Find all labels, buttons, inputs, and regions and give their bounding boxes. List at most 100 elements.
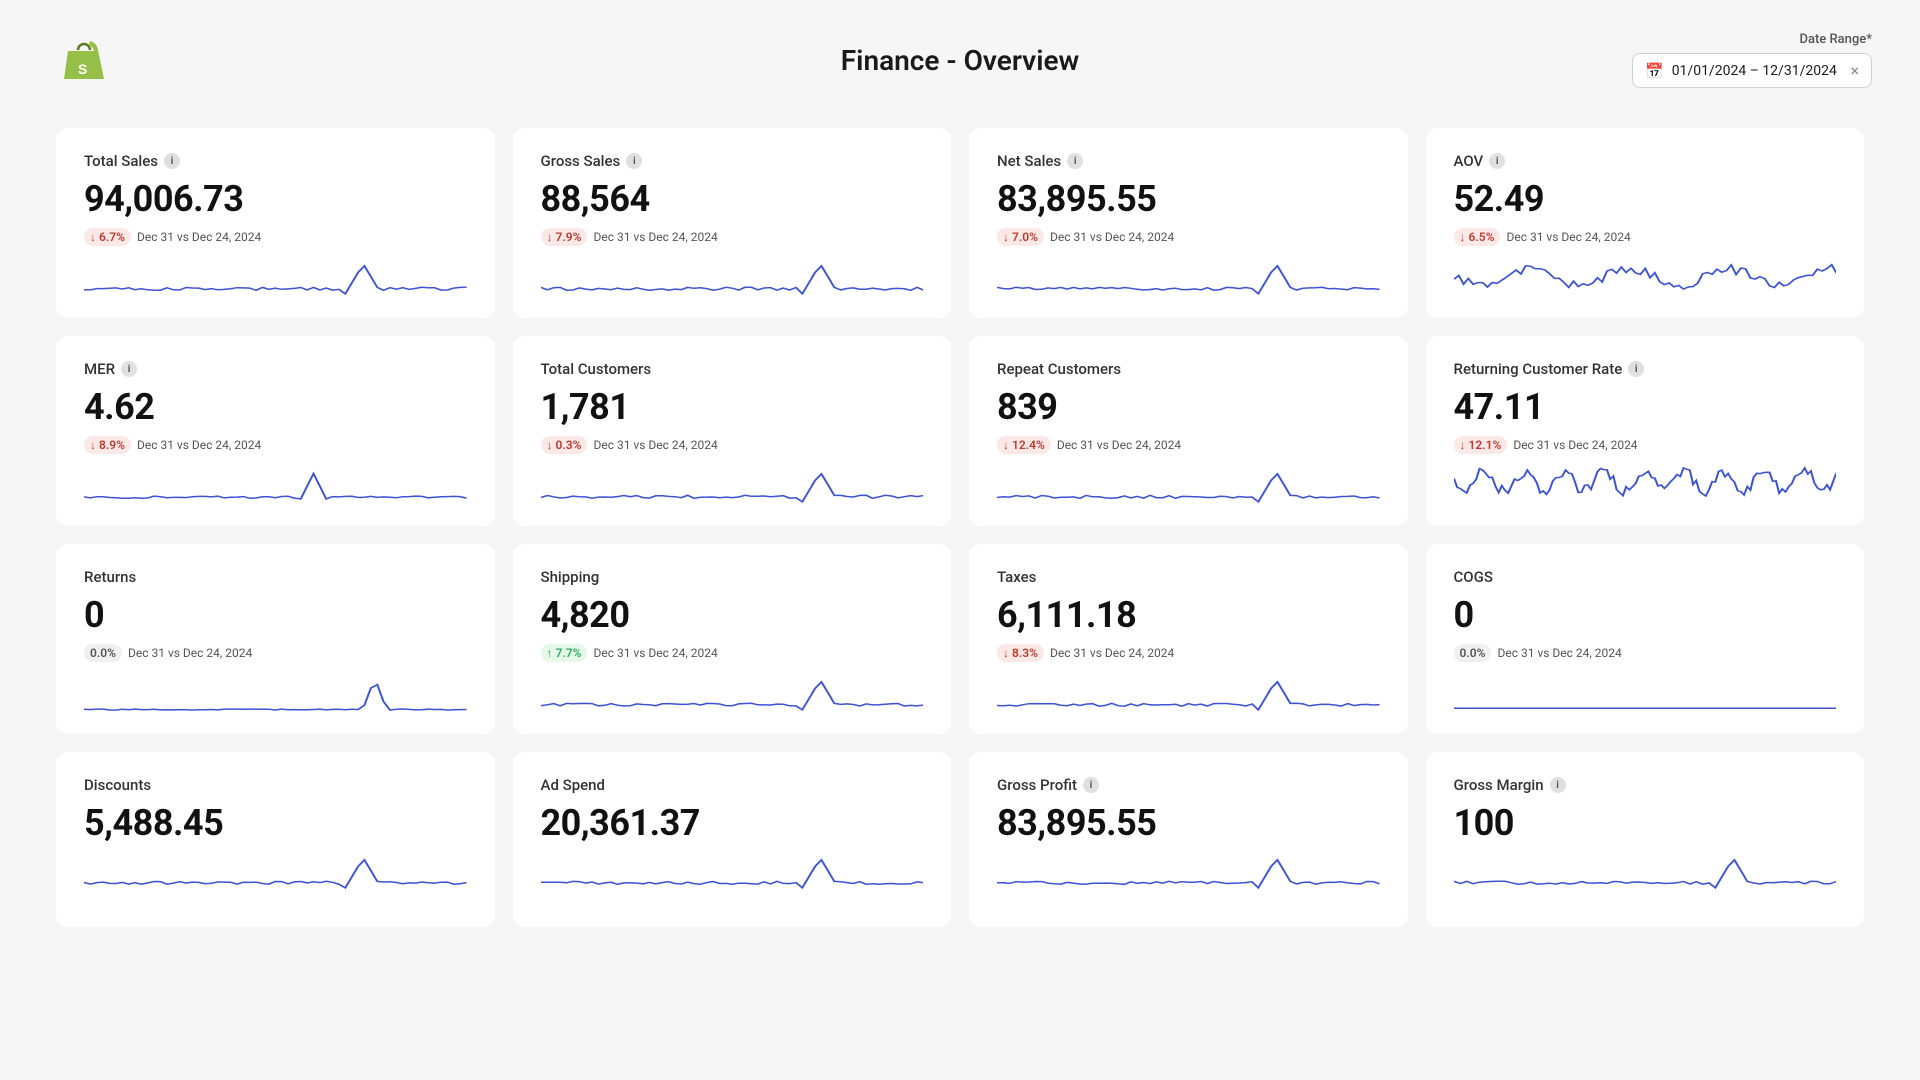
net-sales-title: Net Salesi: [997, 152, 1380, 170]
discounts-value: 5,488.45: [84, 802, 467, 844]
calendar-icon: 📅: [1645, 62, 1664, 80]
returns-badge: 0.0%: [84, 644, 122, 662]
total-sales-title: Total Salesi: [84, 152, 467, 170]
returns-value: 0: [84, 594, 467, 636]
returns-compare: Dec 31 vs Dec 24, 2024: [128, 646, 252, 660]
cogs-sparkline: [1454, 674, 1837, 714]
gross-profit-info-icon[interactable]: i: [1083, 777, 1099, 793]
page-header: S Finance - Overview Date Range* 📅 01/01…: [0, 0, 1920, 112]
returning-customer-rate-meta: ↓ 12.1% Dec 31 vs Dec 24, 2024: [1454, 436, 1837, 454]
gross-sales-compare: Dec 31 vs Dec 24, 2024: [593, 230, 717, 244]
gross-sales-value: 88,564: [541, 178, 924, 220]
repeat-customers-meta: ↓ 12.4%Dec 31 vs Dec 24, 2024: [997, 436, 1380, 454]
net-sales-badge: ↓ 7.0%: [997, 228, 1044, 246]
card-total-customers: Total Customers1,781↓ 0.3%Dec 31 vs Dec …: [513, 336, 952, 526]
total-customers-meta: ↓ 0.3% Dec 31 vs Dec 24, 2024: [541, 436, 924, 454]
net-sales-info-icon[interactable]: i: [1067, 153, 1083, 169]
returning-customer-rate-compare: Dec 31 vs Dec 24, 2024: [1513, 438, 1637, 452]
aov-meta: ↓ 6.5%Dec 31 vs Dec 24, 2024: [1454, 228, 1837, 246]
total-sales-info-icon[interactable]: i: [164, 153, 180, 169]
shipping-meta: ↑ 7.7% Dec 31 vs Dec 24, 2024: [541, 644, 924, 662]
card-net-sales: Net Salesi 83,895.55 ↓ 7.0% Dec 31 vs Dec 2…: [969, 128, 1408, 318]
date-range-value: 01/01/2024 – 12/31/2024: [1672, 63, 1837, 79]
card-discounts: Discounts 5,488.45: [56, 752, 495, 927]
close-icon[interactable]: ×: [1850, 61, 1859, 80]
card-total-sales: Total Salesi94,006.73↓ 6.7%Dec 31 vs Dec…: [56, 128, 495, 318]
card-cogs: COGS00.0%Dec 31 vs Dec 24, 2024: [1426, 544, 1865, 734]
card-taxes: Taxes 6,111.18 ↓ 8.3%Dec 31 vs Dec 24, 202…: [969, 544, 1408, 734]
total-customers-sparkline: [541, 466, 924, 506]
returning-customer-rate-sparkline: [1454, 466, 1837, 506]
ad-spend-title: Ad Spend: [541, 776, 924, 794]
returns-sparkline: [84, 674, 467, 714]
shipping-badge: ↑ 7.7%: [541, 644, 588, 662]
mer-meta: ↓ 8.9% Dec 31 vs Dec 24, 2024: [84, 436, 467, 454]
returns-title: Returns: [84, 568, 467, 586]
gross-sales-meta: ↓ 7.9% Dec 31 vs Dec 24, 2024: [541, 228, 924, 246]
total-sales-meta: ↓ 6.7%Dec 31 vs Dec 24, 2024: [84, 228, 467, 246]
shipping-title: Shipping: [541, 568, 924, 586]
net-sales-meta: ↓ 7.0% Dec 31 vs Dec 24, 2024: [997, 228, 1380, 246]
aov-title: AOVi: [1454, 152, 1837, 170]
shipping-sparkline: [541, 674, 924, 714]
net-sales-sparkline: [997, 258, 1380, 298]
discounts-sparkline: [84, 852, 467, 892]
returns-meta: 0.0% Dec 31 vs Dec 24, 2024: [84, 644, 467, 662]
total-customers-compare: Dec 31 vs Dec 24, 2024: [593, 438, 717, 452]
gross-margin-title: Gross Margini: [1454, 776, 1837, 794]
taxes-title: Taxes: [997, 568, 1380, 586]
returning-customer-rate-badge: ↓ 12.1%: [1454, 436, 1508, 454]
gross-sales-sparkline: [541, 258, 924, 298]
repeat-customers-value: 839: [997, 386, 1380, 428]
card-returning-customer-rate: Returning Customer Ratei47.11↓ 12.1%Dec …: [1426, 336, 1865, 526]
page-title: Finance - Overview: [841, 44, 1079, 77]
card-ad-spend: Ad Spend20,361.37: [513, 752, 952, 927]
gross-margin-value: 100: [1454, 802, 1837, 844]
gross-margin-sparkline: [1454, 852, 1837, 892]
card-repeat-customers: Repeat Customers839↓ 12.4%Dec 31 vs Dec …: [969, 336, 1408, 526]
gross-sales-info-icon[interactable]: i: [626, 153, 642, 169]
mer-compare: Dec 31 vs Dec 24, 2024: [137, 438, 261, 452]
mer-sparkline: [84, 466, 467, 506]
discounts-title: Discounts: [84, 776, 467, 794]
total-customers-value: 1,781: [541, 386, 924, 428]
total-customers-badge: ↓ 0.3%: [541, 436, 588, 454]
taxes-compare: Dec 31 vs Dec 24, 2024: [1050, 646, 1174, 660]
repeat-customers-compare: Dec 31 vs Dec 24, 2024: [1057, 438, 1181, 452]
cogs-compare: Dec 31 vs Dec 24, 2024: [1497, 646, 1621, 660]
card-returns: Returns 0 0.0% Dec 31 vs Dec 24, 2024: [56, 544, 495, 734]
net-sales-value: 83,895.55: [997, 178, 1380, 220]
gross-margin-info-icon[interactable]: i: [1550, 777, 1566, 793]
card-aov: AOVi 52.49 ↓ 6.5%Dec 31 vs Dec 24, 2024: [1426, 128, 1865, 318]
gross-profit-value: 83,895.55: [997, 802, 1380, 844]
total-sales-compare: Dec 31 vs Dec 24, 2024: [137, 230, 261, 244]
cogs-badge: 0.0%: [1454, 644, 1492, 662]
total-sales-sparkline: [84, 258, 467, 298]
mer-badge: ↓ 8.9%: [84, 436, 131, 454]
mer-title: MERi: [84, 360, 467, 378]
taxes-sparkline: [997, 674, 1380, 714]
returning-customer-rate-info-icon[interactable]: i: [1628, 361, 1644, 377]
mer-info-icon[interactable]: i: [121, 361, 137, 377]
shipping-compare: Dec 31 vs Dec 24, 2024: [593, 646, 717, 660]
aov-compare: Dec 31 vs Dec 24, 2024: [1506, 230, 1630, 244]
card-gross-margin: Gross Margini 100: [1426, 752, 1865, 927]
gross-sales-badge: ↓ 7.9%: [541, 228, 588, 246]
gross-profit-sparkline: [997, 852, 1380, 892]
net-sales-compare: Dec 31 vs Dec 24, 2024: [1050, 230, 1174, 244]
date-range-picker[interactable]: 📅 01/01/2024 – 12/31/2024 ×: [1632, 53, 1872, 88]
card-shipping: Shipping4,820↑ 7.7%Dec 31 vs Dec 24, 202…: [513, 544, 952, 734]
shopify-logo: S: [48, 24, 120, 96]
repeat-customers-sparkline: [997, 466, 1380, 506]
card-gross-profit: Gross Profiti83,895.55: [969, 752, 1408, 927]
svg-text:S: S: [78, 61, 87, 77]
cogs-title: COGS: [1454, 568, 1837, 586]
metrics-grid: Total Salesi94,006.73↓ 6.7%Dec 31 vs Dec…: [0, 112, 1920, 943]
aov-value: 52.49: [1454, 178, 1837, 220]
taxes-value: 6,111.18: [997, 594, 1380, 636]
card-mer: MERi4.62↓ 8.9%Dec 31 vs Dec 24, 2024: [56, 336, 495, 526]
aov-info-icon[interactable]: i: [1489, 153, 1505, 169]
taxes-meta: ↓ 8.3%Dec 31 vs Dec 24, 2024: [997, 644, 1380, 662]
ad-spend-sparkline: [541, 852, 924, 892]
cogs-meta: 0.0% Dec 31 vs Dec 24, 2024: [1454, 644, 1837, 662]
